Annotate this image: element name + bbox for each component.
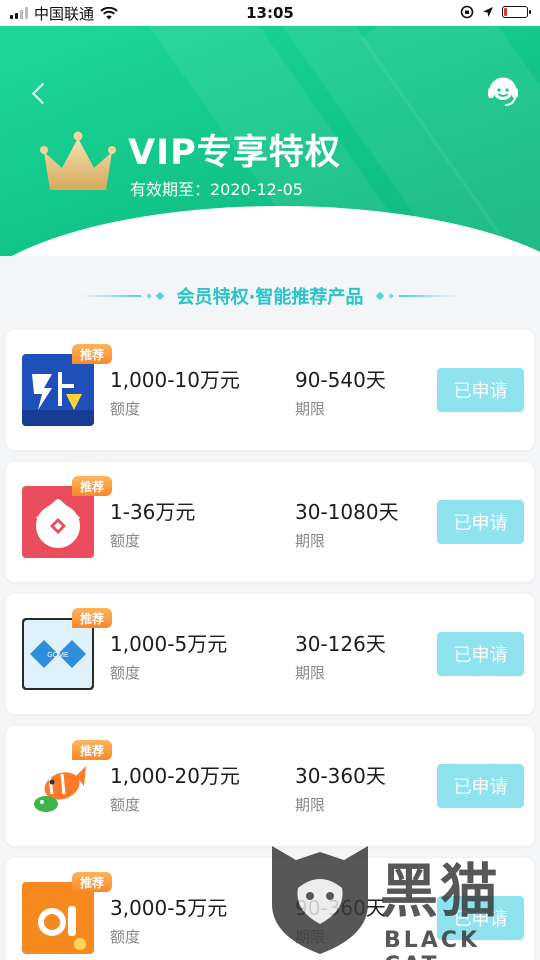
recommend-badge: 推荐 (72, 608, 112, 628)
loan-amount-label: 额度 (110, 400, 141, 418)
loan-amount: 1,000-20万元 (110, 764, 240, 788)
loan-term-label: 期限 (295, 400, 326, 418)
location-icon (483, 7, 493, 17)
section-header: 会员特权·智能推荐产品 (0, 282, 540, 310)
recommend-badge: 推荐 (72, 872, 112, 892)
fish-logo (22, 750, 94, 822)
black-cat-watermark: 黑猫 BLACK CAT (268, 840, 540, 960)
vip-expire-date: 有效期至：2020-12-05 (130, 180, 303, 199)
loan-amount: 1,000-5万元 (110, 632, 228, 656)
recommend-badge: 推荐 (72, 476, 112, 496)
customer-service-icon[interactable] (486, 74, 520, 108)
loan-term-label: 期限 (295, 664, 326, 682)
chevron-left-icon (31, 82, 53, 104)
watermark-en-text: BLACK CAT (384, 928, 481, 960)
battery-icon (502, 6, 531, 18)
cat-shield-icon (272, 846, 368, 954)
applied-button[interactable]: 已申请 (437, 368, 524, 412)
loan-amount: 3,000-5万元 (110, 896, 228, 920)
loan-amount: 1-36万元 (110, 500, 196, 524)
vip-header: VIP专享特权 有效期至：2020-12-05 (0, 26, 540, 256)
loan-term: 90-540天 (295, 368, 386, 392)
vip-title: VIP专享特权 (128, 133, 341, 173)
section-title: 会员特权·智能推荐产品 (176, 287, 364, 308)
recommend-badge: 推荐 (72, 740, 112, 760)
loan-term: 30-126天 (295, 632, 386, 656)
product-card[interactable]: 推荐 1-36万元 额度 30-1080天 期限 已申请 (6, 462, 534, 582)
loan-term: 30-360天 (295, 764, 386, 788)
house-loan-logo (22, 486, 94, 558)
loan-term: 30-1080天 (295, 500, 399, 524)
loan-term-label: 期限 (295, 796, 326, 814)
applied-button[interactable]: 已申请 (437, 500, 524, 544)
crown-icon (40, 131, 116, 190)
applied-button[interactable]: 已申请 (437, 632, 524, 676)
loan-amount-label: 额度 (110, 532, 141, 550)
lightning-loan-logo (22, 354, 94, 426)
product-card[interactable]: 推荐 1,000-10万元 额度 90-540天 期限 已申请 (6, 330, 534, 450)
product-card[interactable]: 推荐 1,000-20万元 额度 30-360天 期限 已申请 (6, 726, 534, 846)
signal-icon (10, 7, 28, 19)
status-bar: 中国联通 13:05 (0, 0, 540, 26)
rotation-lock-icon (460, 5, 474, 19)
applied-button[interactable]: 已申请 (437, 764, 524, 808)
svg-text:GOME: GOME (47, 652, 69, 659)
loan-amount-label: 额度 (110, 664, 141, 682)
back-button[interactable] (26, 78, 53, 108)
loan-amount-label: 额度 (110, 796, 141, 814)
loan-amount: 1,000-10万元 (110, 368, 240, 392)
section-decoration-right (376, 291, 460, 301)
product-card[interactable]: GOME 推荐 1,000-5万元 额度 30-126天 期限 已申请 (6, 594, 534, 714)
section-decoration-left (80, 291, 164, 301)
loan-amount-label: 额度 (110, 928, 141, 946)
recommend-badge: 推荐 (72, 344, 112, 364)
loan-term-label: 期限 (295, 532, 326, 550)
gome-finance-logo: GOME (22, 618, 94, 690)
battery-level (504, 8, 508, 16)
carrier-name: 中国联通 (34, 4, 95, 23)
wifi-icon (100, 6, 118, 19)
watermark-cn-text: 黑猫 (380, 857, 501, 925)
orange-loan-logo (22, 882, 94, 954)
